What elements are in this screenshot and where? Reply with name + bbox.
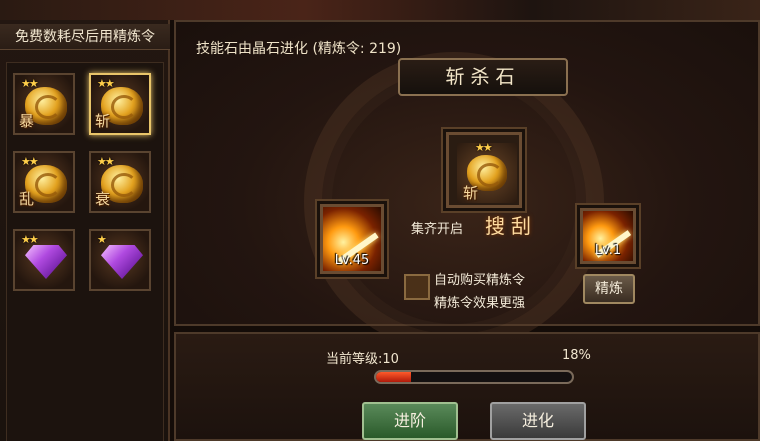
star-rating: ★★ bbox=[21, 155, 39, 168]
evolve-button[interactable]: 进化 bbox=[490, 402, 586, 440]
panel-title: 技能石由晶石进化 (精炼令: 219) bbox=[196, 41, 402, 57]
star-rating: ★★ bbox=[21, 77, 39, 90]
stone-name-banner: 斩杀石 bbox=[398, 58, 568, 96]
level-progress-bar bbox=[374, 370, 574, 384]
skill-level-label: Lv.45 bbox=[334, 253, 370, 268]
refine-hint-text: 精炼令效果更强 bbox=[434, 296, 526, 311]
auto-buy-label: 自动购买精炼令 bbox=[434, 273, 526, 288]
stone-slot-bao[interactable]: ★★ 暴 bbox=[13, 73, 75, 135]
top-background-strip bbox=[0, 0, 760, 20]
star-rating: ★ bbox=[97, 233, 107, 246]
current-level-text: 当前等级:10 bbox=[326, 352, 399, 367]
current-skill-slot[interactable]: Lv.45 bbox=[320, 204, 384, 274]
progress-percent: 18% bbox=[562, 348, 591, 363]
star-rating: ★★ bbox=[97, 77, 115, 90]
stone-slot-luan[interactable]: ★★ 乱 bbox=[13, 151, 75, 213]
purple-crystal-icon bbox=[101, 245, 143, 279]
crystal-slot-2[interactable]: ★ bbox=[89, 229, 151, 291]
stone-list-panel: 免费数耗尽后用精炼令 ★★ 暴 ★★ 斩 ★★ 乱 ★★ 衰 ★★ ★ bbox=[0, 20, 170, 441]
stone-slot-zhan[interactable]: ★★ 斩 bbox=[89, 73, 151, 135]
crystal-slot-1[interactable]: ★★ bbox=[13, 229, 75, 291]
star-rating: ★★ bbox=[97, 155, 115, 168]
refine-button[interactable]: 精炼 bbox=[583, 274, 635, 304]
target-skill-slot[interactable]: Lv.1 bbox=[580, 208, 636, 264]
stone-glyph: 衰 bbox=[95, 190, 111, 208]
skill-level-label: Lv.1 bbox=[594, 243, 622, 258]
stone-glyph: 斩 bbox=[95, 112, 111, 130]
stone-glyph: 暴 bbox=[19, 112, 35, 130]
progress-fill bbox=[376, 372, 412, 382]
center-stone: ★★ 斩 bbox=[457, 141, 517, 203]
level-panel: 当前等级:10 18% 进阶 进化 bbox=[174, 332, 760, 441]
stone-glyph: 斩 bbox=[463, 184, 479, 202]
stone-glyph: 乱 bbox=[19, 190, 35, 208]
advance-button[interactable]: 进阶 bbox=[362, 402, 458, 440]
unlock-skill-name: 搜刮 bbox=[485, 214, 537, 238]
star-rating: ★★ bbox=[475, 141, 493, 154]
purple-crystal-icon bbox=[25, 245, 67, 279]
auto-buy-checkbox[interactable] bbox=[404, 274, 430, 300]
center-stone-slot[interactable]: ★★ 斩 bbox=[446, 132, 522, 208]
left-panel-title: 免费数耗尽后用精炼令 bbox=[0, 24, 170, 50]
star-rating: ★★ bbox=[21, 233, 39, 246]
refine-panel: 技能石由晶石进化 (精炼令: 219) 斩杀石 ★★ 斩 Lv.45 集齐开启 … bbox=[174, 20, 760, 352]
collect-text: 集齐开启 bbox=[411, 222, 464, 237]
stone-slot-shuai[interactable]: ★★ 衰 bbox=[89, 151, 151, 213]
stone-grid: ★★ 暴 ★★ 斩 ★★ 乱 ★★ 衰 ★★ ★ bbox=[6, 62, 164, 441]
